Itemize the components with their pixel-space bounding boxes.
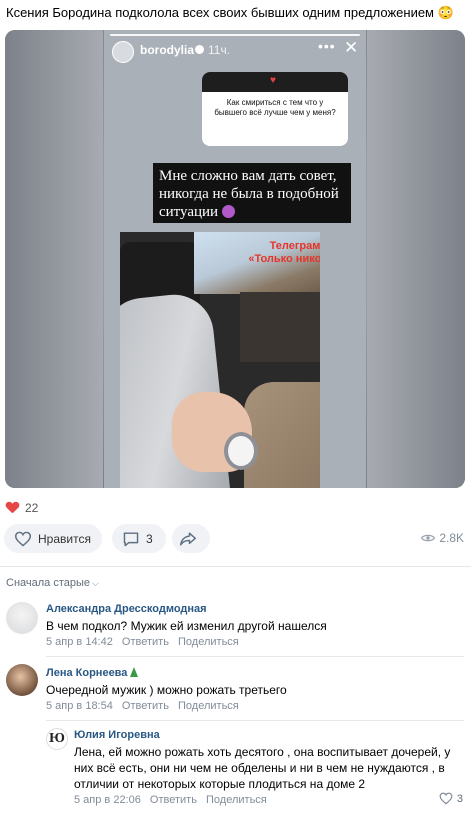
- share-link[interactable]: Поделиться: [178, 700, 239, 712]
- reply-button[interactable]: Ответить: [122, 700, 169, 712]
- comment-date[interactable]: 5 апр в 14:42: [46, 636, 113, 648]
- comment-likes-count: 3: [456, 792, 463, 805]
- comment-meta: 5 апр в 22:06 Ответить Поделиться: [74, 794, 273, 806]
- image-blur-left: [5, 30, 103, 488]
- eye-icon: [421, 534, 436, 542]
- divider: [0, 566, 471, 567]
- comment-like-button[interactable]: 3: [439, 792, 463, 805]
- story-avatar: [112, 41, 134, 63]
- image-blur-right: [367, 30, 465, 488]
- more-icon: •••: [318, 38, 336, 54]
- question-header: ♥: [202, 72, 348, 92]
- story-progress-bar: [110, 34, 360, 36]
- comment-meta: 5 апр в 18:54 Ответить Поделиться: [46, 700, 245, 712]
- reactions-count: 22: [25, 501, 39, 515]
- story-time: 11ч.: [208, 43, 231, 57]
- arm: [244, 382, 320, 488]
- comment-text: Лена, ей можно рожать хоть десятого , он…: [74, 745, 451, 791]
- author-name: Лена Корнеева: [46, 667, 128, 679]
- heart-outline-icon: [14, 531, 32, 547]
- comment-button[interactable]: 3: [112, 524, 166, 553]
- sort-label: Сначала старые: [6, 577, 91, 589]
- like-label: Нравится: [38, 531, 91, 546]
- chevron-down-icon: ⌵: [92, 578, 99, 588]
- like-button[interactable]: Нравится: [4, 524, 102, 553]
- comments-sort[interactable]: Сначала старые ⌵: [6, 577, 99, 589]
- views: 2.8K: [421, 531, 464, 545]
- comment-author[interactable]: Александра Дресскодмодная: [46, 603, 207, 615]
- comment-divider: [46, 656, 464, 657]
- post-text: Ксения Бородина подколола всех своих быв…: [6, 5, 454, 20]
- heart-icon: [6, 502, 19, 514]
- story-photo: Телеграм «Только никому»: [120, 232, 320, 488]
- comment-reply: Ю Юлия Игоревна Лена, ей можно рожать хо…: [0, 726, 471, 814]
- heart-outline-icon: [439, 792, 453, 805]
- flushed-emoji-icon: 😳: [437, 5, 454, 20]
- comment-icon: [123, 531, 139, 546]
- comment-text: Очередной мужик ) можно рожать третьего: [46, 683, 287, 697]
- post-actions: Нравится 3 2.8K: [4, 524, 466, 554]
- reactions[interactable]: 22: [6, 500, 38, 516]
- heart-icon: ♥: [270, 75, 276, 86]
- caption-line-1: Телеграм: [269, 240, 320, 252]
- comment-author[interactable]: Лена Корнеева: [46, 667, 139, 679]
- comment-divider: [46, 720, 464, 721]
- shrug-emoji-icon: [221, 205, 235, 218]
- avatar[interactable]: Ю: [46, 728, 68, 750]
- comment: Лена Корнеева Очередной мужик ) можно ро…: [0, 662, 471, 721]
- answer-text: Мне сложно вам дать совет, никогда не бы…: [159, 168, 339, 220]
- question-text: Как смириться с тем что у бывшего всё лу…: [214, 98, 336, 117]
- comment-date[interactable]: 5 апр в 22:06: [74, 794, 141, 806]
- comment-text: В чем подкол? Мужик ей изменил другой на…: [46, 619, 327, 633]
- reply-button[interactable]: Ответить: [122, 636, 169, 648]
- watch-icon: [224, 432, 258, 470]
- reply-button[interactable]: Ответить: [150, 794, 197, 806]
- comment-date[interactable]: 5 апр в 18:54: [46, 700, 113, 712]
- tree-icon: [130, 667, 139, 677]
- avatar[interactable]: [6, 602, 38, 634]
- share-link[interactable]: Поделиться: [206, 794, 267, 806]
- share-icon: [180, 531, 196, 546]
- views-count: 2.8K: [439, 531, 464, 545]
- car-door: [240, 292, 320, 362]
- comments-count: 3: [146, 531, 153, 546]
- story-username: borodylia: [140, 43, 195, 57]
- question-sticker: ♥ Как смириться с тем что у бывшего всё …: [202, 72, 348, 146]
- comment-author[interactable]: Юлия Игоревна: [74, 729, 160, 741]
- share-button[interactable]: [172, 524, 210, 553]
- avatar-letter: Ю: [49, 731, 65, 746]
- answer-box: Мне сложно вам дать совет, никогда не бы…: [153, 163, 351, 223]
- story-screenshot: borodylia 11ч. ••• ✕ ♥ Как смириться с т…: [104, 30, 366, 488]
- avatar[interactable]: [6, 664, 38, 696]
- comment: Александра Дресскодмодная В чем подкол? …: [0, 600, 471, 657]
- close-icon: ✕: [344, 38, 359, 57]
- share-link[interactable]: Поделиться: [178, 636, 239, 648]
- comment-meta: 5 апр в 14:42 Ответить Поделиться: [46, 636, 245, 648]
- caption-line-2: «Только никому»: [248, 253, 320, 265]
- photo-caption: Телеграм «Только никому»: [245, 240, 320, 266]
- verified-icon: [195, 45, 204, 54]
